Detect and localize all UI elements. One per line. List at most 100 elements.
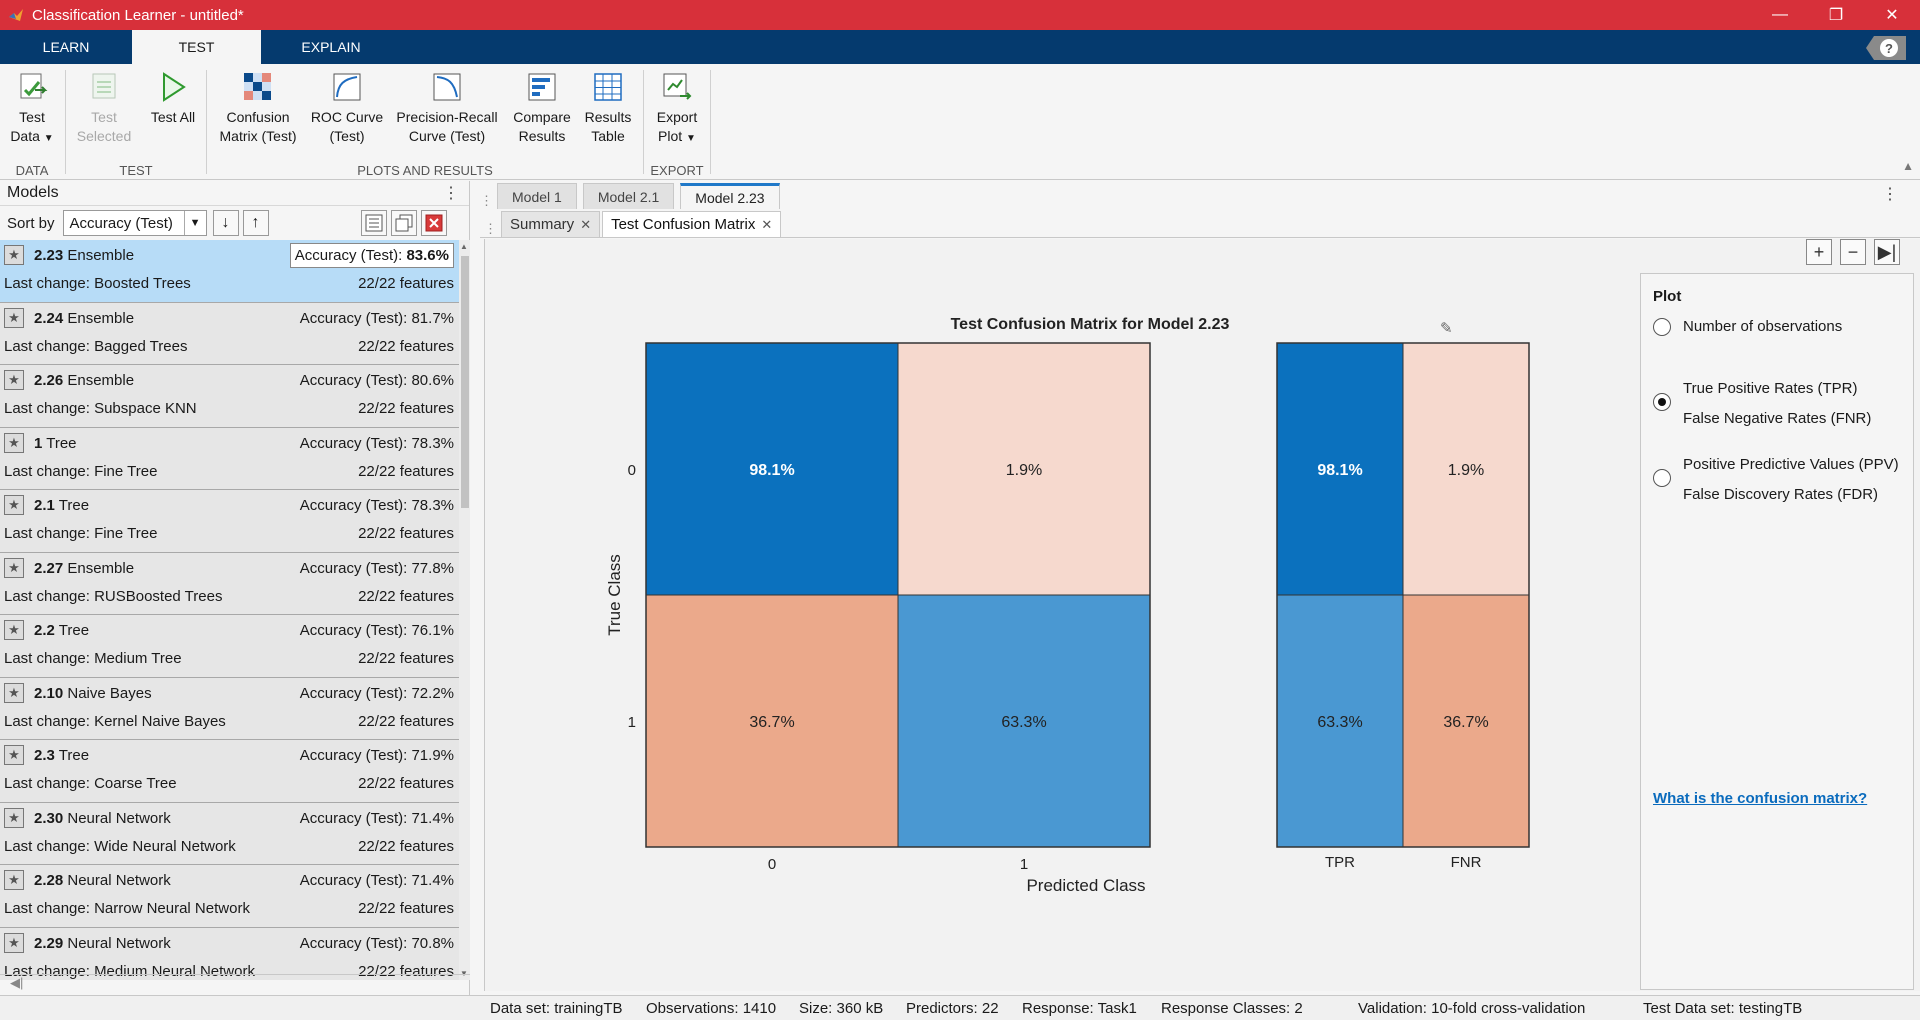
window-title: Classification Learner - untitled* (32, 6, 244, 24)
option-label: True Positive Rates (TPR) (1683, 380, 1858, 397)
tab-explain[interactable]: EXPLAIN (261, 30, 401, 64)
model-name: 2.1 Tree (34, 497, 90, 514)
models-scrollbar[interactable]: ▲ ▼ (459, 240, 470, 980)
document-menu-icon[interactable]: ⋮ (1882, 184, 1898, 204)
compare-results-icon (525, 70, 559, 104)
confusion-label-2: Matrix (Test) (219, 128, 297, 144)
confusion-matrix-button[interactable]: Confusion Matrix (Test) (213, 70, 303, 146)
summary-cell-label: 98.1% (1317, 462, 1362, 479)
zoom-in-button[interactable]: + (1806, 239, 1832, 265)
model-list-item[interactable]: ★ 2.30 Neural Network Accuracy (Test): 71.… (0, 802, 459, 865)
star-icon[interactable]: ★ (4, 495, 24, 515)
model-last-change: Last change: Medium Tree (4, 650, 182, 667)
close-icon[interactable]: ✕ (580, 217, 591, 233)
sort-descending-button[interactable]: ↓ (212, 210, 239, 236)
status-observations: Observations: 1410 (646, 1000, 777, 1017)
model-list-item[interactable]: ★ 2.28 Neural Network Accuracy (Test): 71.… (0, 865, 459, 928)
tab-test-confusion-matrix[interactable]: Test Confusion Matrix ✕ (602, 211, 782, 237)
model-accuracy: Accuracy (Test): 70.8% (299, 934, 454, 952)
test-all-button[interactable]: Test All (144, 70, 202, 127)
summary-cell-label: 36.7% (1443, 714, 1488, 731)
star-icon[interactable]: ★ (4, 807, 24, 828)
scrollbar-thumb[interactable] (461, 256, 469, 508)
delete-model-button[interactable] (421, 210, 447, 236)
minimize-button[interactable]: — (1752, 0, 1808, 30)
tab-model-2-1[interactable]: Model 2.1 (582, 183, 675, 209)
option-ppv-fdr[interactable]: Positive Predictive Values (PPV) False D… (1653, 450, 1899, 510)
collapse-right-icon: ▶| (1877, 241, 1897, 262)
star-icon[interactable]: ★ (4, 370, 24, 390)
model-name: 2.27 Ensemble (34, 559, 135, 577)
radio-tpr-fnr[interactable] (1653, 393, 1671, 411)
tab-test[interactable]: TEST (132, 30, 261, 64)
option-tpr-fnr[interactable]: True Positive Rates (TPR) False Negative… (1653, 374, 1871, 434)
sort-bar: Sort by Accuracy (Test) ▼ ↓ ↑ (0, 206, 469, 240)
sort-by-select[interactable]: Accuracy (Test) ▼ (62, 210, 207, 236)
radio-observations[interactable] (1653, 318, 1671, 336)
model-features: 22/22 features (358, 400, 454, 417)
model-name: 2.23 Ensemble (34, 247, 135, 264)
model-list-item[interactable]: ★ 2.23 Ensemble Accuracy (Test): 83.6% Last… (0, 240, 459, 303)
title-bar: Classification Learner - untitled* — ❐ ✕ (0, 0, 1920, 30)
close-window-button[interactable]: ✕ (1864, 0, 1920, 30)
model-list-item[interactable]: ★ 2.26 Ensemble Accuracy (Test): 80.6% Last… (0, 365, 459, 428)
radio-ppv-fdr[interactable] (1653, 469, 1671, 487)
compare-results-button[interactable]: Compare Results (509, 70, 575, 146)
tab-cm-label: Test Confusion Matrix (611, 216, 756, 233)
precision-recall-button[interactable]: Precision-Recall Curve (Test) (391, 70, 503, 146)
collapse-panel-icon[interactable]: ◀| (10, 975, 23, 990)
restore-button[interactable]: ❐ (1808, 0, 1864, 30)
collapse-toolstrip-icon[interactable]: ▲ (1902, 159, 1914, 173)
star-icon[interactable]: ★ (4, 307, 24, 328)
models-header: Models ⋮ (0, 181, 469, 206)
model-summary-button[interactable] (361, 210, 387, 236)
model-list-item[interactable]: ★ 2.1 Tree Accuracy (Test): 78.3% Last chan… (0, 490, 459, 553)
tabs-grip-icon: ⋮ (484, 221, 497, 236)
star-icon[interactable]: ★ (4, 557, 24, 578)
zoom-out-button[interactable]: − (1840, 239, 1866, 265)
model-list-item[interactable]: ★ 2.27 Ensemble Accuracy (Test): 77.8% Last… (0, 552, 459, 615)
pr-label-1: Precision-Recall (396, 109, 498, 125)
test-data-button[interactable]: Test Data ▼ (6, 70, 58, 148)
results-table-label-1: Results (584, 109, 632, 125)
option-number-of-observations[interactable]: Number of observations (1653, 312, 1842, 342)
help-button[interactable]: ? (1866, 36, 1906, 60)
model-list-item[interactable]: ★ 2.29 Neural Network Accuracy (Test): 70.… (0, 927, 459, 980)
star-icon[interactable]: ★ (4, 432, 24, 453)
model-list-item[interactable]: ★ 2.10 Naive Bayes Accuracy (Test): 72.2% L… (0, 677, 459, 740)
model-last-change: Last change: Coarse Tree (4, 775, 177, 792)
models-menu-icon[interactable]: ⋮ (443, 183, 459, 203)
sort-ascending-button[interactable]: ↑ (242, 210, 269, 236)
model-list-item[interactable]: ★ 2.2 Tree Accuracy (Test): 76.1% Last chan… (0, 615, 459, 678)
export-plot-button[interactable]: Export Plot ▼ (648, 70, 706, 148)
model-last-change: Last change: Boosted Trees (4, 275, 191, 292)
toggle-panel-button[interactable]: ▶| (1874, 239, 1900, 265)
confusion-matrix-help-link[interactable]: What is the confusion matrix? (1653, 790, 1867, 807)
model-list-item[interactable]: ★ 2.3 Tree Accuracy (Test): 71.9% Last chan… (0, 740, 459, 803)
results-table-button[interactable]: Results Table (577, 70, 639, 146)
star-icon[interactable]: ★ (4, 932, 24, 953)
star-icon[interactable]: ★ (4, 682, 24, 703)
model-list-item[interactable]: ★ 2.24 Ensemble Accuracy (Test): 81.7% Last… (0, 302, 459, 365)
tab-model-1[interactable]: Model 1 (497, 183, 577, 209)
tab-model-2-23[interactable]: Model 2.23 (680, 183, 780, 209)
duplicate-model-button[interactable] (391, 210, 417, 236)
tab-learn[interactable]: LEARN (0, 30, 132, 64)
option-label: False Negative Rates (FNR) (1683, 410, 1872, 427)
star-icon[interactable]: ★ (4, 620, 24, 640)
star-icon[interactable]: ★ (4, 870, 24, 890)
model-list-item[interactable]: ★ 1 Tree Accuracy (Test): 78.3% Last change… (0, 427, 459, 490)
model-features: 22/22 features (358, 775, 454, 792)
group-export: Export Plot ▼ EXPORT (644, 68, 710, 180)
star-icon[interactable]: ★ (4, 245, 24, 265)
star-icon[interactable]: ★ (4, 745, 24, 765)
roc-curve-button[interactable]: ROC Curve (Test) (307, 70, 387, 146)
models-panel: Models ⋮ Sort by Accuracy (Test) ▼ ↓ ↑ ★… (0, 181, 470, 995)
scroll-up-icon[interactable]: ▲ (460, 242, 468, 251)
export-label-2: Plot ▼ (658, 128, 696, 144)
status-response: Response: Task1 (1022, 1000, 1137, 1017)
confusion-matrix-chart: Test Confusion Matrix for Model 2.23 ✎ 98.… (605, 316, 1530, 895)
tab-summary[interactable]: Summary ✕ (501, 211, 601, 237)
close-icon[interactable]: ✕ (761, 217, 772, 233)
test-selected-button[interactable]: Test Selected (72, 70, 136, 146)
